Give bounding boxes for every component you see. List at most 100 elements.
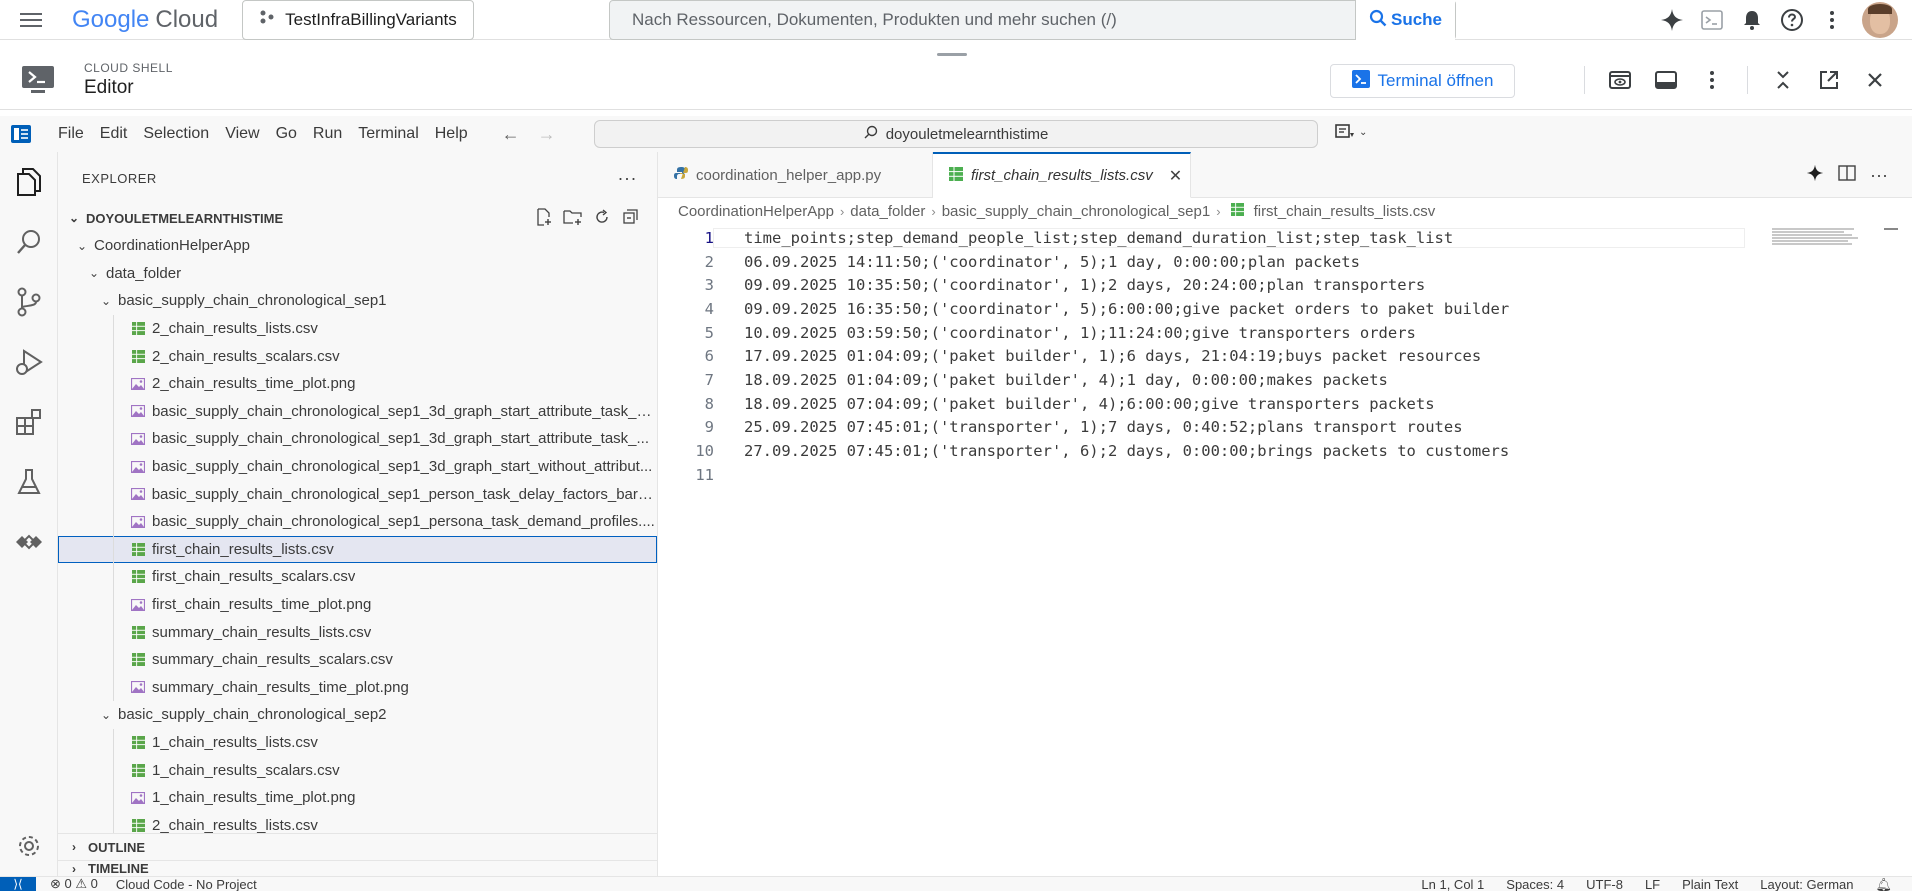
code-line[interactable]: 4 09.09.2025 16:35:50;('coordinator', 5);… [658, 297, 1912, 321]
tree-file[interactable]: summary_chain_results_time_plot.png [58, 673, 657, 702]
timeline-section[interactable]: › TIMELINE [58, 860, 657, 876]
source-control-icon[interactable] [0, 272, 58, 332]
code-line[interactable]: 2 06.09.2025 14:11:50;('coordinator', 5);… [658, 250, 1912, 274]
keyboard-layout[interactable]: Layout: German [1760, 877, 1853, 891]
menu-selection[interactable]: Selection [135, 116, 217, 152]
code-editor[interactable]: 1 time_points;step_demand_people_list;ste… [658, 226, 1912, 487]
breadcrumb-item[interactable]: CoordinationHelperApp [678, 203, 834, 220]
web-preview-icon[interactable] [1597, 60, 1643, 100]
tree-file[interactable]: basic_supply_chain_chronological_sep1_3d… [58, 452, 657, 481]
workspace-root[interactable]: ⌄ DOYOULETMELEARNTHISTIME [58, 204, 657, 232]
tree-file[interactable]: 1_chain_results_time_plot.png [58, 783, 657, 812]
menu-terminal[interactable]: Terminal [350, 116, 426, 152]
tree-file[interactable]: summary_chain_results_scalars.csv [58, 645, 657, 674]
tree-file[interactable]: basic_supply_chain_chronological_sep1_3d… [58, 397, 657, 426]
code-line[interactable]: 8 18.09.2025 07:04:09;('paket builder', 4… [658, 392, 1912, 416]
close-tab-icon[interactable]: ✕ [1169, 166, 1182, 186]
open-terminal-button[interactable]: Terminal öffnen [1330, 64, 1515, 98]
more-actions-icon[interactable]: ··· [618, 168, 637, 189]
panel-layout-icon[interactable] [1643, 60, 1689, 100]
more-options-icon[interactable] [1812, 0, 1852, 40]
tab-coordination-helper-app[interactable]: coordination_helper_app.py [658, 152, 933, 198]
notifications-icon[interactable] [1732, 0, 1772, 40]
minimap[interactable] [1772, 228, 1862, 246]
notifications-bell-icon[interactable]: 🔔︎ [1875, 877, 1892, 891]
close-icon[interactable] [1852, 60, 1898, 100]
refresh-icon[interactable] [593, 208, 611, 229]
breadcrumb-item[interactable]: basic_supply_chain_chronological_sep1 [942, 203, 1211, 220]
search-input[interactable] [610, 1, 1355, 39]
tree-file[interactable]: summary_chain_results_lists.csv [58, 618, 657, 646]
cursor-position[interactable]: Ln 1, Col 1 [1421, 877, 1484, 891]
tree-file[interactable]: basic_supply_chain_chronological_sep1_pe… [58, 480, 657, 508]
encoding[interactable]: UTF-8 [1586, 877, 1623, 891]
open-new-window-icon[interactable] [1806, 60, 1852, 100]
command-center[interactable]: doyouletmelearnthistime [594, 120, 1318, 148]
project-selector[interactable]: TestInfraBillingVariants [242, 0, 474, 40]
breadcrumb-item[interactable]: data_folder [850, 203, 925, 220]
extensions-icon[interactable] [0, 392, 58, 452]
google-cloud-logo[interactable]: Google Cloud [72, 6, 218, 34]
end-of-line[interactable]: LF [1645, 877, 1660, 891]
explorer-icon[interactable] [0, 152, 58, 212]
outline-section[interactable]: › OUTLINE [58, 833, 657, 860]
main-menu-icon[interactable] [20, 6, 48, 34]
help-icon[interactable] [1772, 0, 1812, 40]
problems-count[interactable]: ⊗ 0 ⚠ 0 [50, 877, 98, 891]
cloud-code-icon[interactable] [0, 512, 58, 572]
code-line[interactable]: 5 10.09.2025 03:59:50;('coordinator', 1);… [658, 321, 1912, 345]
shell-more-icon[interactable] [1689, 60, 1735, 100]
forward-arrow-icon[interactable]: → [538, 124, 556, 145]
back-arrow-icon[interactable]: ← [502, 124, 520, 145]
tree-file[interactable]: 1_chain_results_scalars.csv [58, 756, 657, 784]
tree-folder[interactable]: ⌄ basic_supply_chain_chronological_sep1 [58, 287, 657, 315]
menu-view[interactable]: View [217, 116, 267, 152]
language-mode[interactable]: Plain Text [1682, 877, 1738, 891]
code-line[interactable]: 7 18.09.2025 01:04:09;('paket builder', 4… [658, 368, 1912, 392]
resize-handle[interactable] [937, 53, 967, 56]
remote-indicator-icon[interactable]: ⟩⟨ [0, 877, 36, 891]
new-file-icon[interactable] [535, 208, 553, 229]
code-line[interactable]: 1 time_points;step_demand_people_list;ste… [658, 226, 1912, 250]
collapse-all-icon[interactable] [621, 208, 639, 229]
code-line[interactable]: 10 27.09.2025 07:45:01;('transporter', 6)… [658, 439, 1912, 463]
tree-file[interactable]: first_chain_results_time_plot.png [58, 590, 657, 619]
indentation[interactable]: Spaces: 4 [1506, 877, 1564, 891]
minimize-icon[interactable] [1760, 60, 1806, 100]
tree-file[interactable]: 2_chain_results_time_plot.png [58, 369, 657, 398]
code-line[interactable]: 11 [658, 463, 1912, 487]
run-debug-icon[interactable] [0, 332, 58, 392]
menu-help[interactable]: Help [427, 116, 476, 152]
tree-file[interactable]: 1_chain_results_lists.csv [58, 728, 657, 757]
tree-file[interactable]: basic_supply_chain_chronological_sep1_3d… [58, 425, 657, 453]
tree-file[interactable]: 2_chain_results_scalars.csv [58, 342, 657, 370]
tree-folder[interactable]: ⌄ basic_supply_chain_chronological_sep2 [58, 701, 657, 729]
menu-file[interactable]: File [50, 116, 92, 152]
tab-first-chain-results-lists[interactable]: first_chain_results_lists.csv ✕ [933, 152, 1191, 198]
tree-folder[interactable]: ⌄ CoordinationHelperApp [58, 232, 657, 260]
cloud-code-status[interactable]: Cloud Code - No Project [116, 877, 257, 891]
code-line[interactable]: 3 09.09.2025 10:35:50;('coordinator', 1);… [658, 273, 1912, 297]
tree-file[interactable]: 2_chain_results_lists.csv [58, 314, 657, 343]
new-folder-icon[interactable] [563, 208, 583, 229]
editor-more-icon[interactable]: ··· [1870, 165, 1888, 186]
menu-go[interactable]: Go [268, 116, 305, 152]
settings-gear-icon[interactable] [0, 816, 58, 876]
breadcrumb-item[interactable]: first_chain_results_lists.csv [1254, 203, 1436, 220]
split-editor-icon[interactable] [1838, 164, 1856, 186]
menu-edit[interactable]: Edit [92, 116, 136, 152]
customize-layout-button[interactable]: ⌄ [1335, 124, 1367, 140]
testing-icon[interactable] [0, 452, 58, 512]
gemini-spark-icon[interactable] [1806, 164, 1824, 187]
search-icon[interactable] [0, 212, 58, 272]
tree-file[interactable]: first_chain_results_scalars.csv [58, 563, 657, 591]
code-line[interactable]: 6 17.09.2025 01:04:09;('paket builder', 1… [658, 344, 1912, 368]
avatar[interactable] [1862, 2, 1898, 38]
tree-folder[interactable]: ⌄ data_folder [58, 260, 657, 288]
code-line[interactable]: 9 25.09.2025 07:45:01;('transporter', 1);… [658, 416, 1912, 440]
gemini-icon[interactable] [1652, 0, 1692, 40]
menu-run[interactable]: Run [305, 116, 350, 152]
cloud-shell-icon[interactable] [1692, 0, 1732, 40]
tree-file[interactable]: first_chain_results_lists.csv [58, 535, 657, 564]
search-button[interactable]: Suche [1355, 0, 1455, 40]
